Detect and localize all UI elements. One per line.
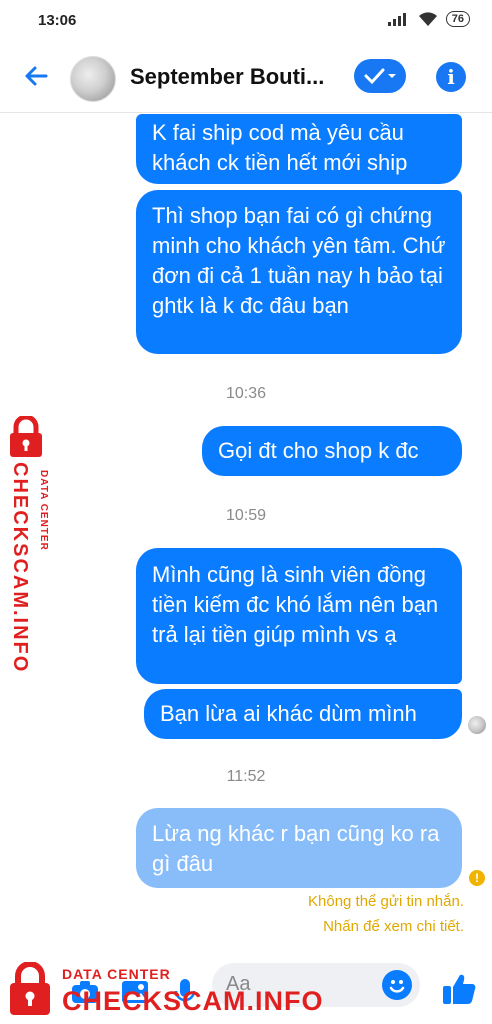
watermark-big-text: CHECKSCAM.INFO (9, 462, 31, 674)
conversation-header: September Bouti... i (0, 42, 492, 113)
status-icons: 76 (387, 11, 470, 27)
timestamp: 10:36 (225, 385, 267, 402)
message-bubble[interactable]: Bạn lừa ai khác dùm mình (144, 689, 462, 739)
watermark-side: DATA CENTER CHECKSCAM.INFO (2, 410, 52, 673)
watermark-big-text: CHECKSCAM.INFO (62, 986, 324, 1016)
message-bubble[interactable]: Mình cũng là sinh viên đồng tiền kiếm đc… (136, 548, 462, 684)
message-bubble[interactable]: Gọi đt cho shop k đc (202, 426, 462, 476)
send-error-text[interactable]: Không thể gửi tin nhắn. (308, 893, 464, 910)
message-text: Thì shop bạn fai có gì chứng minh cho kh… (152, 203, 446, 318)
emoji-icon[interactable] (382, 970, 412, 1000)
message-text: K fai ship cod mà yêu cầu khách ck tiền … (152, 120, 408, 175)
wifi-icon (418, 12, 437, 26)
lock-icon (10, 962, 50, 1015)
message-bubble[interactable]: K fai ship cod mà yêu cầu khách ck tiền … (136, 114, 462, 184)
message-text: Mình cũng là sinh viên đồng tiền kiếm đc… (152, 562, 439, 647)
timestamp: 10:59 (225, 507, 267, 524)
seen-avatar (468, 716, 486, 734)
message-text: Gọi đt cho shop k đc (218, 438, 419, 463)
lock-icon (10, 416, 42, 457)
watermark-small-text: DATA CENTER (38, 470, 49, 551)
watermark-small-text: DATA CENTER (62, 966, 171, 982)
error-icon[interactable]: ! (469, 870, 485, 886)
info-icon[interactable]: i (436, 62, 466, 92)
check-icon (364, 68, 396, 85)
message-bubble[interactable]: Thì shop bạn fai có gì chứng minh cho kh… (136, 190, 462, 354)
back-arrow-icon[interactable] (22, 62, 50, 90)
like-thumb-icon[interactable] (442, 973, 476, 1005)
watermark-bottom: DATA CENTER CHECKSCAM.INFO (4, 958, 323, 1024)
unsent-message-bubble[interactable]: Lừa ng khác r bạn cũng ko ra gì đâu (136, 808, 462, 888)
contact-avatar[interactable] (70, 56, 116, 102)
battery-indicator: 76 (445, 11, 470, 27)
contact-name[interactable]: September Bouti... (130, 64, 345, 90)
signal-icon (387, 13, 406, 26)
timestamp: 11:52 (226, 768, 266, 785)
send-error-detail-link[interactable]: Nhấn để xem chi tiết. (323, 918, 464, 935)
message-text: Bạn lừa ai khác dùm mình (160, 701, 417, 726)
message-text: Lừa ng khác r bạn cũng ko ra gì đâu (152, 821, 440, 876)
status-bar: 13:06 76 (0, 0, 492, 42)
status-time: 13:06 (38, 12, 77, 29)
mark-button[interactable] (354, 59, 406, 93)
